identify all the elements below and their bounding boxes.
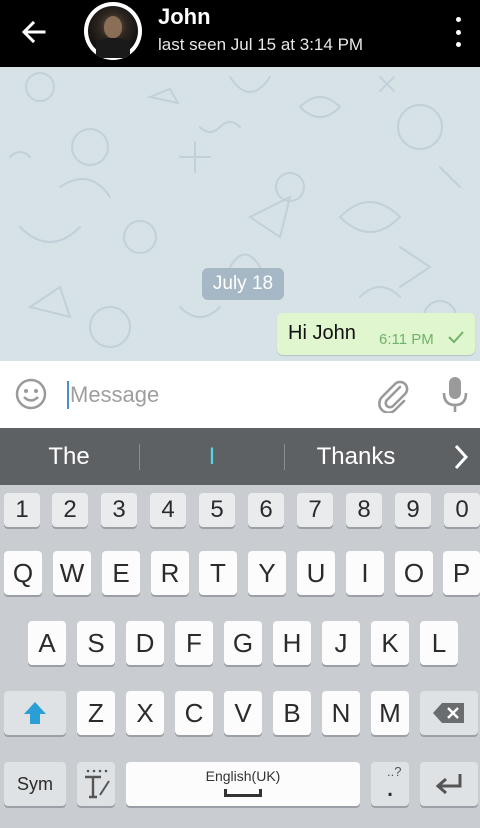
suggestion-item[interactable]: I: [141, 428, 283, 485]
chat-area[interactable]: July 18 Hi John 6:11 PM: [0, 67, 480, 361]
key-h[interactable]: H: [273, 621, 311, 665]
key-1[interactable]: 1: [4, 493, 40, 527]
chat-header: John last seen Jul 15 at 3:14 PM: [0, 0, 480, 67]
key-9[interactable]: 9: [395, 493, 431, 527]
key-i[interactable]: I: [346, 551, 384, 595]
message-input[interactable]: [70, 377, 360, 413]
key-x[interactable]: X: [126, 691, 164, 735]
key-e[interactable]: E: [102, 551, 140, 595]
key-6[interactable]: 6: [248, 493, 284, 527]
key-u[interactable]: U: [297, 551, 335, 595]
divider: [284, 444, 285, 470]
key-a[interactable]: A: [28, 621, 66, 665]
shift-arrow-icon: [24, 702, 46, 724]
message-time: 6:11 PM: [379, 331, 434, 348]
key-t[interactable]: T: [199, 551, 237, 595]
space-bar-icon: [224, 789, 262, 797]
space-language-label: English(UK): [205, 768, 281, 784]
backspace-key[interactable]: [420, 691, 478, 735]
more-vertical-icon[interactable]: [446, 14, 470, 50]
symbols-key[interactable]: Sym: [4, 762, 66, 806]
key-0[interactable]: 0: [444, 493, 480, 527]
key-m[interactable]: M: [371, 691, 409, 735]
shift-key[interactable]: [4, 691, 66, 735]
suggestion-item[interactable]: The: [0, 428, 138, 485]
enter-icon: [435, 774, 462, 795]
backspace-icon: [433, 703, 464, 723]
paperclip-icon[interactable]: [374, 377, 410, 413]
key-r[interactable]: R: [151, 551, 189, 595]
contact-name[interactable]: John: [158, 4, 211, 30]
check-icon: [448, 331, 464, 344]
suggestion-bar: The I Thanks: [0, 428, 480, 485]
key-l[interactable]: L: [420, 621, 458, 665]
key-2[interactable]: 2: [52, 493, 88, 527]
arrow-left-icon: [21, 20, 46, 44]
key-g[interactable]: G: [224, 621, 262, 665]
smile-icon[interactable]: [14, 377, 48, 411]
handwriting-t-icon: [85, 769, 110, 799]
key-7[interactable]: 7: [297, 493, 333, 527]
key-q[interactable]: Q: [4, 551, 42, 595]
date-separator: July 18: [202, 268, 284, 300]
outgoing-message-bubble[interactable]: Hi John 6:11 PM: [277, 313, 475, 355]
message-text: Hi John: [288, 322, 356, 344]
key-o[interactable]: O: [395, 551, 433, 595]
divider: [139, 444, 140, 470]
key-b[interactable]: B: [273, 691, 311, 735]
key-k[interactable]: K: [371, 621, 409, 665]
message-composer: [0, 361, 480, 428]
key-8[interactable]: 8: [346, 493, 382, 527]
last-seen-status: last seen Jul 15 at 3:14 PM: [158, 35, 364, 54]
microphone-icon[interactable]: [440, 375, 470, 415]
key-3[interactable]: 3: [101, 493, 137, 527]
key-5[interactable]: 5: [199, 493, 235, 527]
space-key[interactable]: English(UK): [126, 762, 360, 806]
text-cursor: [67, 381, 69, 409]
key-p[interactable]: P: [443, 551, 480, 595]
key-v[interactable]: V: [224, 691, 262, 735]
key-c[interactable]: C: [175, 691, 213, 735]
punctuation-key[interactable]: ..? .: [371, 762, 409, 806]
key-w[interactable]: W: [53, 551, 91, 595]
key-s[interactable]: S: [77, 621, 115, 665]
back-button[interactable]: [18, 16, 50, 48]
enter-key[interactable]: [420, 762, 478, 806]
key-f[interactable]: F: [175, 621, 213, 665]
key-4[interactable]: 4: [150, 493, 186, 527]
key-j[interactable]: J: [322, 621, 360, 665]
key-n[interactable]: N: [322, 691, 360, 735]
handwriting-key[interactable]: [77, 762, 115, 806]
avatar[interactable]: [84, 2, 142, 60]
key-d[interactable]: D: [126, 621, 164, 665]
suggestion-item[interactable]: Thanks: [286, 428, 426, 485]
key-y[interactable]: Y: [248, 551, 286, 595]
key-z[interactable]: Z: [77, 691, 115, 735]
on-screen-keyboard: 1 2 3 4 5 6 7 8 9 0 Q W E R T Y U I O P …: [0, 485, 480, 828]
chevron-right-icon[interactable]: [448, 440, 476, 474]
punctuation-hint: ..?: [387, 764, 402, 779]
